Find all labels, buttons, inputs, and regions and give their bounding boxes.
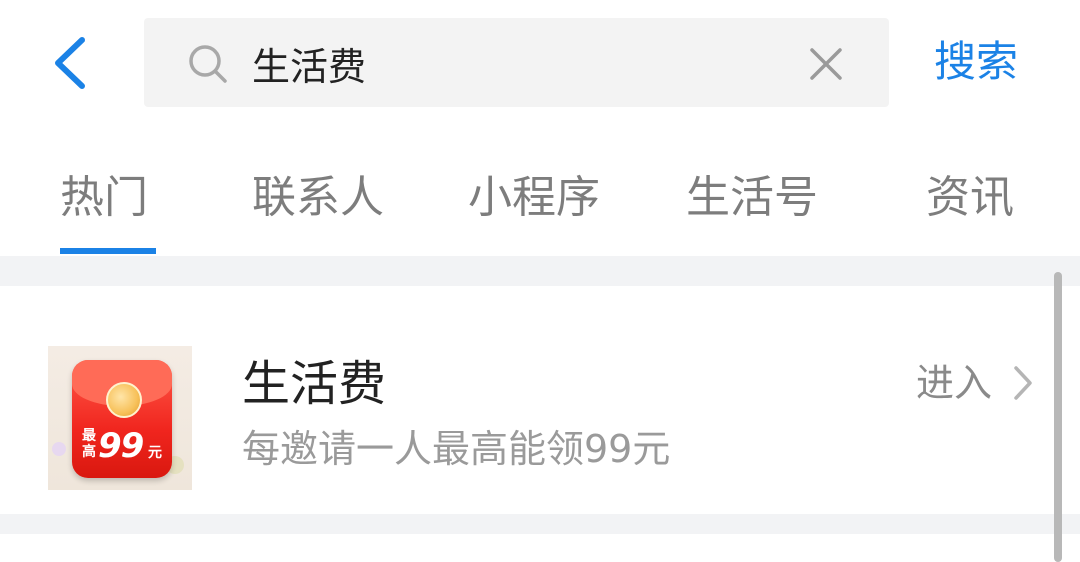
search-input[interactable] <box>252 36 772 90</box>
active-tab-indicator <box>60 248 156 254</box>
envelope-badge-text: 最高 <box>82 428 96 460</box>
scrollbar[interactable] <box>1054 272 1062 562</box>
result-description: 每邀请一人最高能领99元 <box>242 427 671 471</box>
envelope-unit: 元 <box>148 445 162 461</box>
close-icon <box>810 48 842 80</box>
envelope-amount: 99 <box>98 426 144 466</box>
section-divider <box>0 514 1080 534</box>
red-envelope-icon: 最高 99 元 <box>72 360 172 478</box>
section-divider <box>0 256 1080 286</box>
tab-mini-programs[interactable]: 小程序 <box>468 168 600 228</box>
tab-news[interactable]: 资讯 <box>926 168 1014 228</box>
search-box[interactable] <box>144 18 889 107</box>
coin-icon <box>106 382 142 418</box>
chevron-right-icon <box>1008 362 1036 404</box>
enter-button[interactable]: 进入 <box>916 358 992 408</box>
tab-life-accounts[interactable]: 生活号 <box>686 168 818 228</box>
search-button[interactable]: 搜索 <box>934 30 1044 94</box>
search-header: 搜索 <box>0 0 1080 130</box>
back-button[interactable] <box>40 30 100 96</box>
tab-contacts[interactable]: 联系人 <box>252 168 384 228</box>
tab-hot[interactable]: 热门 <box>60 168 148 228</box>
category-tabs: 热门 联系人 小程序 生活号 资讯 <box>0 130 1080 256</box>
next-result-area <box>0 534 1080 562</box>
decor-bubble <box>52 442 66 456</box>
search-icon <box>186 42 230 86</box>
chevron-left-icon <box>55 37 85 89</box>
result-title: 生活费 <box>242 356 387 412</box>
clear-search-button[interactable] <box>806 44 846 84</box>
result-thumbnail: 最高 99 元 <box>48 346 192 490</box>
search-result-item[interactable]: 最高 99 元 生活费 每邀请一人最高能领99元 进入 <box>0 286 1080 514</box>
